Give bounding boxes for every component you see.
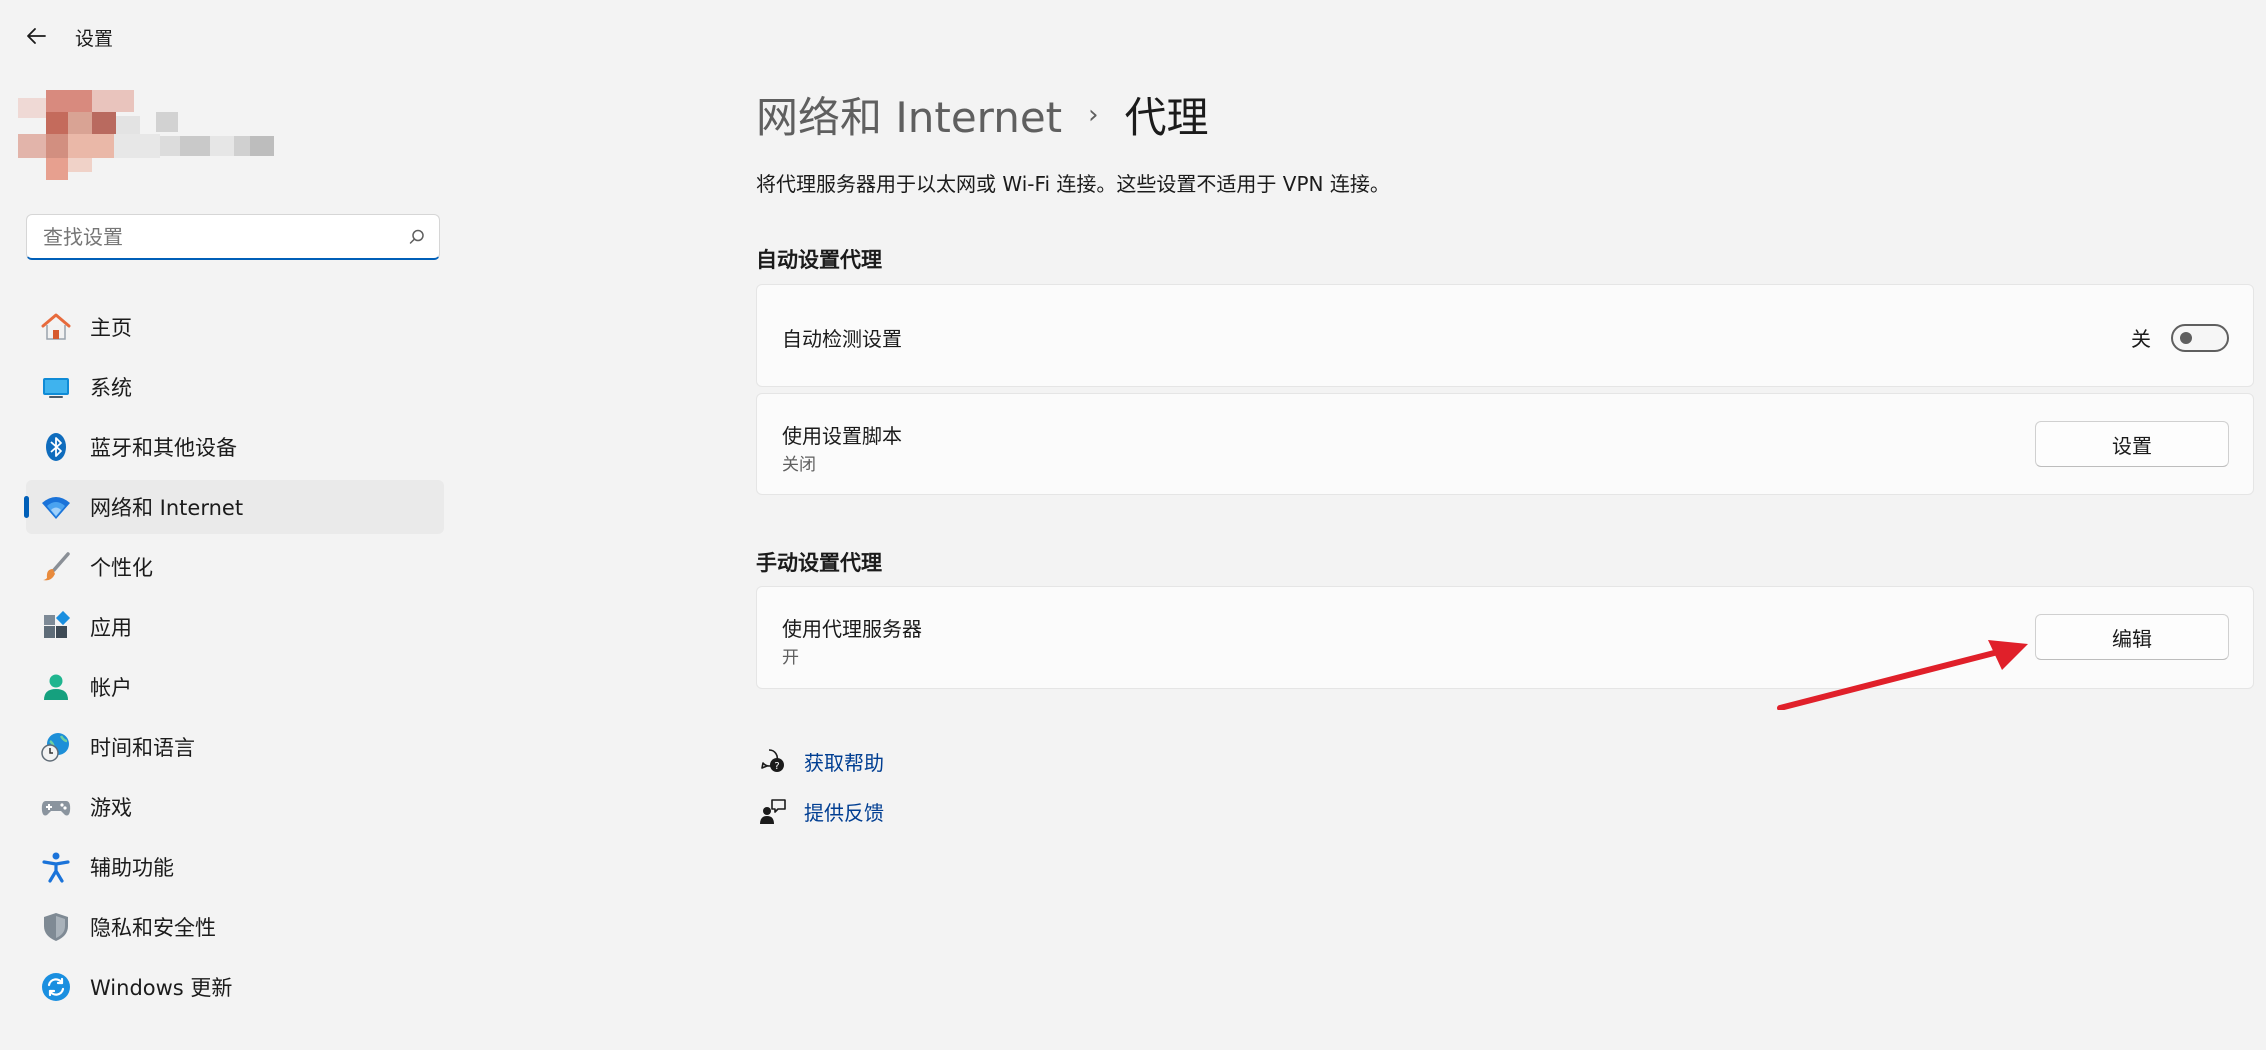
accessibility-icon xyxy=(38,849,74,885)
sidebar-item-accessibility[interactable]: 辅助功能 xyxy=(26,840,444,894)
sidebar-item-label: 网络和 Internet xyxy=(90,496,244,520)
help-chat-icon: ? xyxy=(756,744,790,778)
sidebar-item-apps[interactable]: 应用 xyxy=(26,600,444,654)
sidebar-item-label: 蓝牙和其他设备 xyxy=(90,436,237,460)
toggle-state-label: 关 xyxy=(2131,327,2151,351)
use-proxy-server-status: 开 xyxy=(782,648,799,668)
sidebar-item-system[interactable]: 系统 xyxy=(26,360,444,414)
sidebar-item-label: 游戏 xyxy=(90,796,132,820)
page-description: 将代理服务器用于以太网或 Wi-Fi 连接。这些设置不适用于 VPN 连接。 xyxy=(756,172,1390,196)
globe-clock-icon xyxy=(38,729,74,765)
search-input[interactable] xyxy=(27,215,395,258)
auto-detect-settings-card: 自动检测设置 关 xyxy=(756,284,2254,387)
setup-script-title: 使用设置脚本 xyxy=(782,424,902,448)
feedback-person-icon xyxy=(756,794,790,828)
sidebar-item-label: 时间和语言 xyxy=(90,736,195,760)
annotation-arrow-icon xyxy=(1777,640,2028,710)
sidebar-item-accounts[interactable]: 帐户 xyxy=(26,660,444,714)
sidebar-item-label: 隐私和安全性 xyxy=(90,916,216,940)
toggle-knob xyxy=(2180,331,2192,344)
sidebar-item-windows-update[interactable]: Windows 更新 xyxy=(26,960,444,1014)
edit-proxy-button[interactable]: 编辑 xyxy=(2035,614,2229,660)
breadcrumb-parent[interactable]: 网络和 Internet xyxy=(756,84,1062,145)
sidebar-item-label: 个性化 xyxy=(90,556,153,580)
sidebar-item-time-language[interactable]: 时间和语言 xyxy=(26,720,444,774)
account-avatar-blurred[interactable] xyxy=(18,86,298,186)
back-button[interactable] xyxy=(16,16,56,56)
wifi-icon xyxy=(38,489,74,525)
auto-detect-toggle-group: 关 xyxy=(2131,323,2229,352)
back-arrow-icon xyxy=(27,28,46,44)
search-box[interactable] xyxy=(26,214,440,260)
breadcrumb-separator: › xyxy=(1088,99,1099,130)
setup-script-status: 关闭 xyxy=(782,455,816,475)
section-auto-proxy-label: 自动设置代理 xyxy=(756,248,882,272)
apps-icon xyxy=(38,609,74,645)
sidebar-item-label: 辅助功能 xyxy=(90,856,174,880)
sidebar-item-home[interactable]: 主页 xyxy=(26,300,444,354)
setup-script-button[interactable]: 设置 xyxy=(2035,421,2229,467)
home-icon xyxy=(38,309,74,345)
get-help-row[interactable]: ? 获取帮助 xyxy=(756,736,884,786)
sidebar-item-privacy[interactable]: 隐私和安全性 xyxy=(26,900,444,954)
app-title: 设置 xyxy=(75,28,114,50)
section-manual-proxy-label: 手动设置代理 xyxy=(756,551,882,575)
shield-icon xyxy=(38,909,74,945)
sidebar-item-label: 应用 xyxy=(90,616,132,640)
help-links: ? 获取帮助 提供反馈 xyxy=(756,736,884,836)
sidebar-item-bluetooth[interactable]: 蓝牙和其他设备 xyxy=(26,420,444,474)
sidebar-item-label: 主页 xyxy=(90,316,132,340)
sidebar-nav: 主页 系统 蓝牙和其他设备 网络和 Internet 个性化 应用 帐户 时间和… xyxy=(24,300,444,1020)
gamepad-icon xyxy=(38,789,74,825)
auto-detect-title: 自动检测设置 xyxy=(782,327,902,351)
paintbrush-icon xyxy=(38,549,74,585)
page-title: 代理 xyxy=(1124,93,1209,142)
bluetooth-icon xyxy=(38,429,74,465)
get-help-link[interactable]: 获取帮助 xyxy=(804,747,884,776)
sidebar-item-network[interactable]: 网络和 Internet xyxy=(24,480,444,534)
sidebar-item-personalization[interactable]: 个性化 xyxy=(26,540,444,594)
sidebar-item-label: 系统 xyxy=(90,376,132,400)
svg-text:?: ? xyxy=(774,761,779,772)
auto-detect-toggle[interactable] xyxy=(2171,323,2229,352)
sidebar-item-label: 帐户 xyxy=(90,676,132,700)
sidebar-item-label: Windows 更新 xyxy=(90,976,233,1000)
update-sync-icon xyxy=(38,969,74,1005)
setup-script-card: 使用设置脚本 关闭 设置 xyxy=(756,393,2254,495)
feedback-row[interactable]: 提供反馈 xyxy=(756,786,884,836)
search-icon[interactable] xyxy=(395,215,439,259)
use-proxy-server-title: 使用代理服务器 xyxy=(782,617,922,641)
title-bar: 设置 xyxy=(0,0,2266,72)
person-icon xyxy=(38,669,74,705)
give-feedback-link[interactable]: 提供反馈 xyxy=(804,797,884,826)
monitor-icon xyxy=(38,369,74,405)
breadcrumb: 网络和 Internet › 代理 xyxy=(756,84,1209,145)
sidebar-item-gaming[interactable]: 游戏 xyxy=(26,780,444,834)
